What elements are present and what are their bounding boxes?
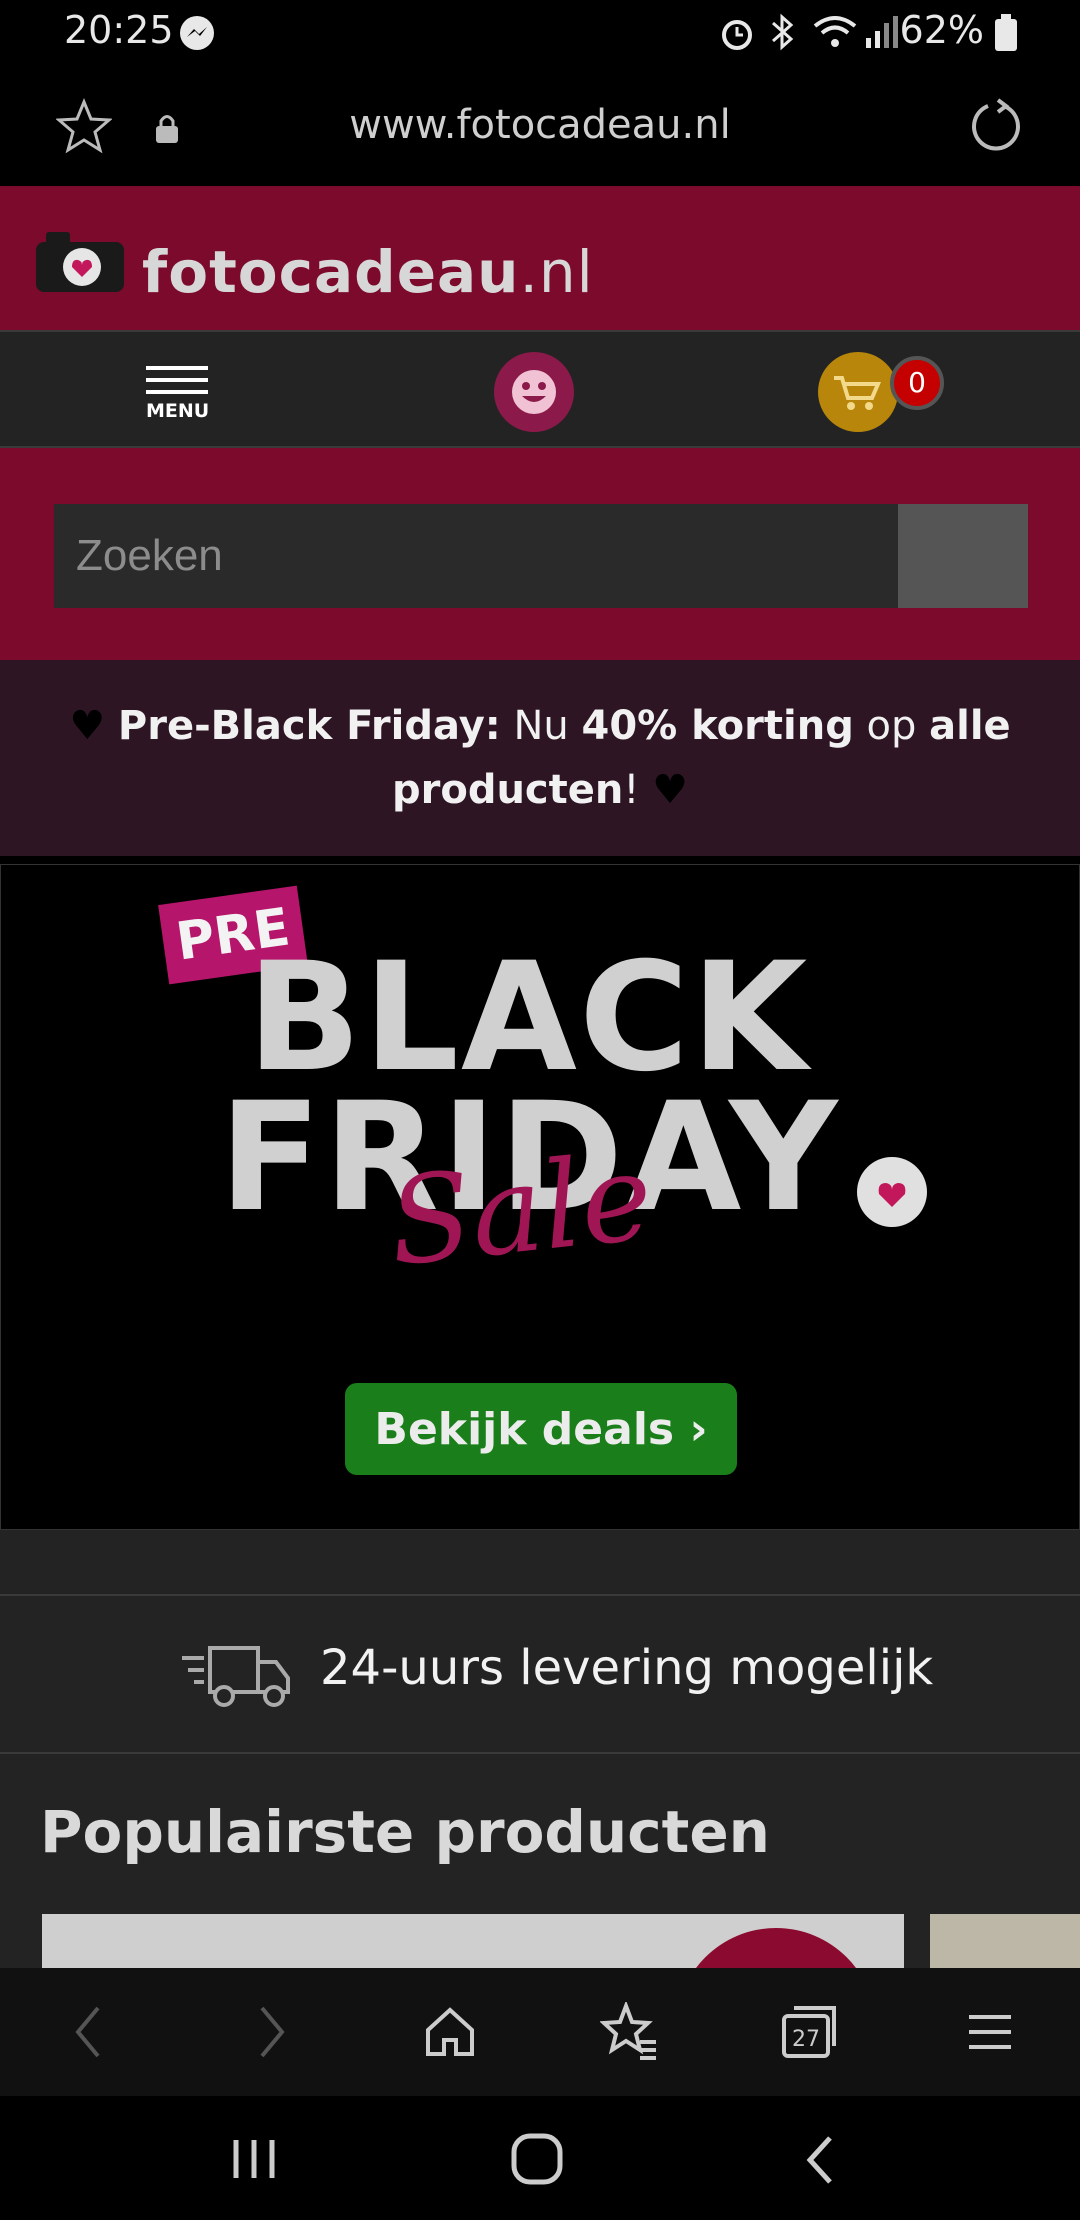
back-nav-icon[interactable] [796, 2130, 846, 2190]
account-button[interactable] [494, 352, 574, 432]
cart-count-badge: 0 [890, 356, 944, 410]
home-icon [426, 2007, 474, 2056]
forward-button[interactable] [212, 1968, 332, 2096]
tab-count: 27 [792, 2027, 820, 2052]
cart-button[interactable] [818, 352, 898, 432]
product-card[interactable] [930, 1914, 1080, 1968]
system-navigation-bar [0, 2096, 1080, 2220]
promo-banner: ♥ Pre-Black Friday: Nu 40% korting op al… [0, 660, 1080, 856]
hero-sale-word: Sale [382, 1127, 659, 1294]
smiley-user-icon [512, 370, 556, 414]
alarm-icon [722, 20, 752, 50]
heart-dot-icon [857, 1157, 927, 1227]
home-nav-icon[interactable] [508, 2130, 568, 2190]
home-button[interactable] [390, 1968, 510, 2096]
site-logo[interactable]: fotocadeau.nl [142, 238, 594, 306]
browser-menu-button[interactable] [930, 1968, 1050, 2096]
bookmarks-button[interactable] [570, 1968, 690, 2096]
search-input[interactable] [54, 504, 898, 608]
products-heading: Populairste producten [40, 1798, 770, 1866]
promo-text-op: op [853, 703, 930, 749]
recent-apps-icon[interactable] [226, 2134, 282, 2184]
url-text[interactable]: www.fotocadeau.nl [0, 102, 1080, 148]
messenger-icon [180, 16, 214, 50]
bookmarks-star-icon [600, 2002, 656, 2060]
chevron-right-icon: › [689, 1403, 708, 1455]
search-section [0, 448, 1080, 660]
delivery-truck-icon [182, 1646, 290, 1707]
hero-banner[interactable]: PRE BLACK FRIDAY Sale Bekijk deals › [0, 864, 1080, 1530]
back-button[interactable] [28, 1968, 148, 2096]
battery-percent: 62% [899, 8, 984, 52]
black-heart-icon: ♥ [69, 703, 106, 749]
wifi-icon [813, 16, 857, 47]
battery-icon [995, 14, 1017, 51]
forward-arrow-icon [260, 2006, 285, 2058]
browser-bottom-toolbar: 27 [0, 1968, 1080, 2096]
promo-line-2: producten! ♥ [0, 758, 1080, 822]
bluetooth-icon [772, 13, 794, 51]
promo-exclamation: ! [623, 767, 640, 813]
delivery-info: 24-uurs levering mogelijk [0, 1594, 1080, 1754]
tabs-button[interactable]: 27 [750, 1968, 870, 2096]
camera-logo-icon[interactable] [36, 230, 126, 294]
back-arrow-icon [75, 2006, 100, 2058]
product-badge [676, 1928, 876, 1968]
reload-icon[interactable] [968, 98, 1024, 154]
delivery-text: 24-uurs levering mogelijk [320, 1640, 934, 1696]
search-button[interactable] [898, 504, 1028, 608]
hamburger-icon [969, 2015, 1011, 2049]
status-time: 20:25 [64, 8, 174, 52]
logo-tld: .nl [519, 238, 594, 306]
view-deals-button[interactable]: Bekijk deals › [345, 1383, 737, 1475]
popular-products-section: Populairste producten [0, 1754, 1080, 1968]
promo-text-alle: alle [929, 703, 1011, 749]
logo-name: fotocadeau [142, 238, 520, 306]
promo-discount: 40% korting [581, 703, 854, 749]
status-bar: 20:25 62% [0, 0, 1080, 64]
promo-text-producten: producten [391, 767, 624, 813]
signal-icon [866, 16, 898, 48]
browser-address-bar: www.fotocadeau.nl [0, 64, 1080, 186]
promo-text-nu: Nu [500, 703, 582, 749]
site-nav-bar: MENU 0 [0, 330, 1080, 448]
tabs-icon: 27 [782, 2006, 836, 2058]
product-card[interactable] [42, 1914, 904, 1968]
cart-icon [834, 376, 882, 410]
promo-line-1: ♥ Pre-Black Friday: Nu 40% korting op al… [0, 694, 1080, 758]
promo-label: Pre-Black Friday: [117, 703, 501, 749]
section-divider [0, 1530, 1080, 1594]
menu-label: MENU [146, 400, 210, 422]
site-header: fotocadeau.nl [0, 186, 1080, 330]
view-deals-label: Bekijk deals [374, 1403, 675, 1455]
black-heart-icon: ♥ [652, 767, 688, 813]
menu-button[interactable]: MENU [146, 366, 210, 426]
